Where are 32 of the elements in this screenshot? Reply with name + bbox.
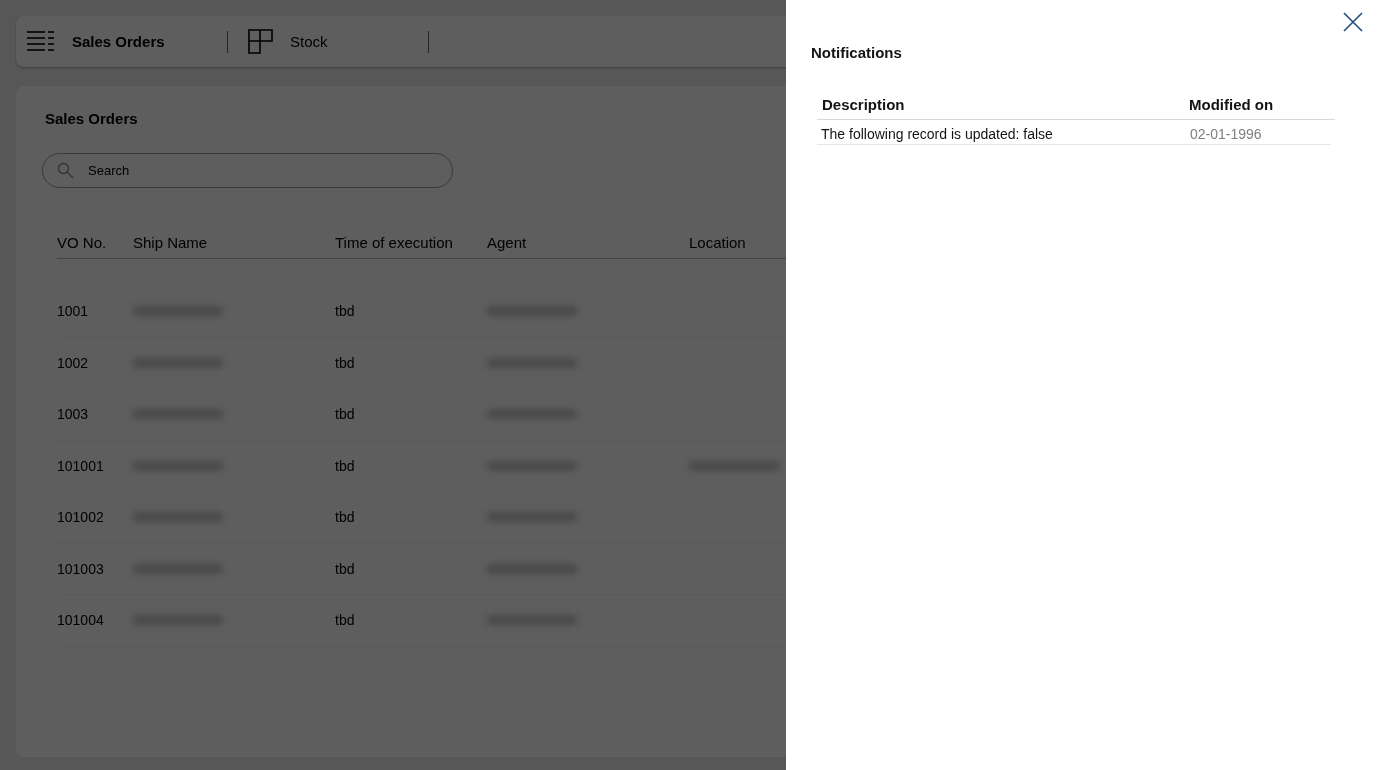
table-cell-text: 101002 <box>57 509 105 526</box>
card-title: Sales Orders <box>45 110 139 127</box>
table-cell-text: tbd <box>335 457 356 474</box>
nav-tab[interactable]: Sales Orders <box>27 31 207 52</box>
menu-icon <box>27 31 55 52</box>
column-header: Location <box>689 234 747 251</box>
close-icon[interactable] <box>1343 12 1363 32</box>
table-cell-text: tbd <box>335 612 356 629</box>
table-cell-text: 101001 <box>57 457 105 474</box>
table-cell-text: 101003 <box>57 560 105 577</box>
nav-tab[interactable]: Stock <box>248 29 408 54</box>
grid-icon <box>248 29 273 54</box>
column-header: Modified on <box>1189 96 1275 113</box>
table-cell-text: 1001 <box>57 303 90 320</box>
column-header: Agent <box>487 234 528 251</box>
table-cell-text: tbd <box>335 509 356 526</box>
column-header: Time of execution <box>335 234 454 251</box>
column-header: VO No. <box>57 234 108 251</box>
table-cell-text: tbd <box>335 560 356 577</box>
column-header: Description <box>822 96 906 113</box>
table-cell-text: tbd <box>335 406 356 423</box>
table-cell-text: 101004 <box>57 612 105 629</box>
table-cell-text: The following record is updated: false <box>821 126 1054 142</box>
table-cell-text: tbd <box>335 354 356 371</box>
column-header: Ship Name <box>133 234 209 251</box>
table-cell-text: tbd <box>335 303 356 320</box>
table-cell-text: 02-01-1996 <box>1190 126 1263 142</box>
panel-title: Notifications <box>811 44 902 61</box>
table-cell-text: 1003 <box>57 406 90 423</box>
search-icon <box>57 162 74 179</box>
table-cell-text: 1002 <box>57 354 90 371</box>
search-field[interactable]: Search <box>42 153 453 188</box>
